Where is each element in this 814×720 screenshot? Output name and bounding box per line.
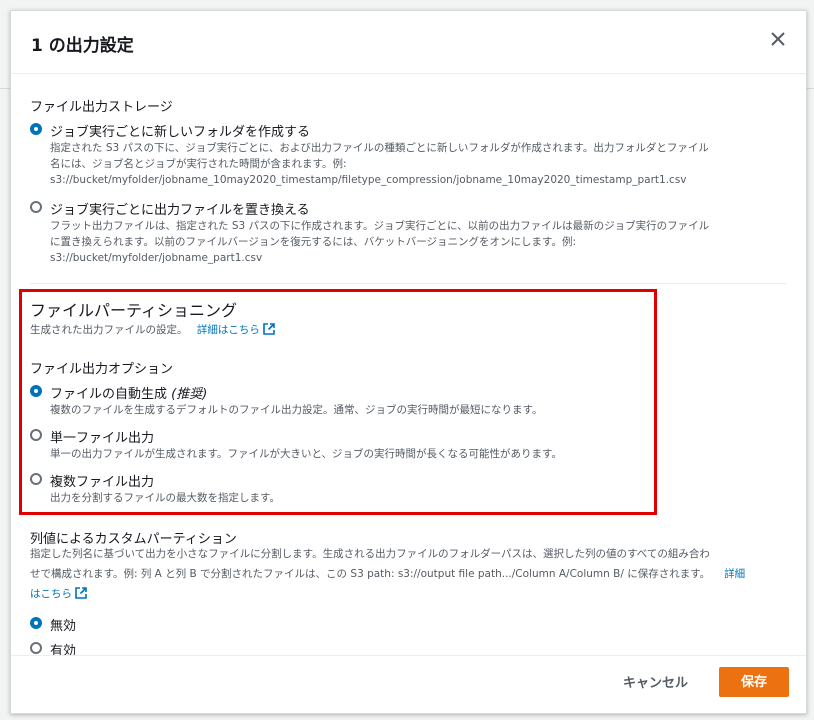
radio-description: 複数のファイルを生成するデフォルトのファイル出力設定。通常、ジョブの実行時間が最… (50, 404, 543, 416)
radio-title: ジョブ実行ごとに新しいフォルダを作成する (50, 125, 311, 140)
partitioning-heading: ファイルパーティショニング (30, 301, 238, 320)
custom-partition-disabled[interactable]: 無効 (30, 615, 786, 634)
radio-enabled[interactable] (30, 642, 42, 654)
modal-body: ファイル出力ストレージ ジョブ実行ごとに新しいフォルダを作成する 指定された S… (11, 74, 806, 659)
storage-option-new-folder[interactable]: ジョブ実行ごとに新しいフォルダを作成する 指定された S3 パスの下に、ジョブ実… (30, 121, 786, 191)
learn-more-link-part2[interactable]: はこちら (30, 587, 87, 600)
radio-title: ファイルの自動生成 (推奨) (50, 387, 208, 402)
radio-multiple[interactable] (30, 473, 42, 485)
radio-replace[interactable] (30, 201, 42, 213)
cancel-button[interactable]: キャンセル (611, 669, 700, 699)
radio-title: 無効 (50, 619, 77, 634)
partition-option-auto[interactable]: ファイルの自動生成 (推奨) 複数のファイルを生成するデフォルトのファイル出力設… (30, 383, 786, 419)
radio-description: 指定された S3 パスの下に、ジョブ実行ごとに、および出力ファイルの種類ごとに新… (50, 142, 709, 186)
learn-more-link[interactable]: 詳細はこちら (197, 323, 275, 336)
output-settings-modal: 1 の出力設定 ファイル出力ストレージ ジョブ実行ごとに新しいフォルダを作成する… (10, 10, 807, 714)
section-divider (30, 283, 786, 284)
radio-description: 出力を分割するファイルの最大数を指定します。 (50, 492, 280, 504)
storage-option-replace[interactable]: ジョブ実行ごとに出力ファイルを置き換える フラット出力ファイルは、指定された S… (30, 199, 786, 269)
storage-label: ファイル出力ストレージ (30, 100, 173, 115)
close-button[interactable] (766, 27, 790, 51)
partition-option-single[interactable]: 単一ファイル出力 単一の出力ファイルが生成されます。ファイルが大きいと、ジョブの… (30, 427, 786, 463)
radio-title: 複数ファイル出力 (50, 475, 155, 490)
modal-footer: キャンセル 保存 (11, 655, 806, 713)
radio-description: 単一の出力ファイルが生成されます。ファイルが大きいと、ジョブの実行時間が長くなる… (50, 448, 562, 460)
partition-option-multiple[interactable]: 複数ファイル出力 出力を分割するファイルの最大数を指定します。 (30, 471, 786, 507)
radio-description: フラット出力ファイルは、指定された S3 パスの下に作成されます。ジョブ実行ごと… (50, 220, 710, 264)
external-link-icon (75, 587, 87, 599)
radio-disabled[interactable] (30, 617, 42, 629)
radio-new-folder[interactable] (30, 123, 42, 135)
file-output-options-label: ファイル出力オプション (30, 362, 174, 377)
close-icon (771, 32, 785, 46)
modal-title: 1 の出力設定 (31, 36, 134, 56)
modal-header: 1 の出力設定 (11, 11, 806, 74)
learn-more-link-part1[interactable]: 詳細 (724, 568, 745, 580)
radio-auto[interactable] (30, 385, 42, 397)
save-button[interactable]: 保存 (719, 667, 789, 697)
radio-title: ジョブ実行ごとに出力ファイルを置き換える (50, 203, 310, 218)
custom-partition-description: 指定した列名に基づいて出力を小さなファイルに分割します。生成される出力ファイルの… (30, 548, 746, 600)
radio-title: 単一ファイル出力 (50, 431, 155, 446)
external-link-icon (263, 323, 275, 335)
radio-single[interactable] (30, 429, 42, 441)
partitioning-subtitle: 生成された出力ファイルの設定。 詳細はこちら (30, 322, 275, 337)
